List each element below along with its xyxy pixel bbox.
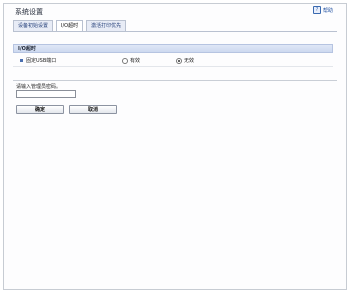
tab-print-priority[interactable]: 激活打印优先 — [86, 20, 127, 31]
tab-bar: 设备初始设置 I/O超时 激活打印优先 — [13, 20, 127, 31]
help-icon: ? — [313, 6, 321, 14]
section-header: I/O超时 — [13, 44, 333, 53]
radio-enabled[interactable]: 有效 — [122, 57, 140, 64]
setting-label: 固定USB端口 — [26, 58, 57, 64]
password-label: 请输入管理员密码。 — [16, 84, 62, 90]
page-title: 系统设置 — [15, 8, 43, 16]
radio-enabled-label: 有效 — [130, 58, 141, 64]
bullet-icon — [20, 59, 23, 62]
help-label: 帮助 — [323, 7, 334, 14]
help-button[interactable]: ? 帮助 — [313, 6, 333, 14]
tab-io-timeout[interactable]: I/O超时 — [56, 20, 84, 31]
password-input[interactable] — [16, 90, 76, 98]
radio-disabled[interactable]: 无效 — [176, 57, 194, 64]
radio-enabled-circle[interactable] — [122, 57, 128, 64]
cancel-button[interactable]: 取消 — [69, 105, 117, 114]
ok-button[interactable]: 确定 — [16, 105, 64, 114]
setting-row-usb-port: 固定USB端口 有效 无效 — [13, 55, 333, 67]
divider — [13, 80, 337, 81]
radio-disabled-label: 无效 — [184, 58, 195, 64]
tab-device-initial-settings[interactable]: 设备初始设置 — [13, 20, 54, 31]
tab-divider — [13, 31, 337, 32]
radio-disabled-circle[interactable] — [176, 57, 182, 64]
